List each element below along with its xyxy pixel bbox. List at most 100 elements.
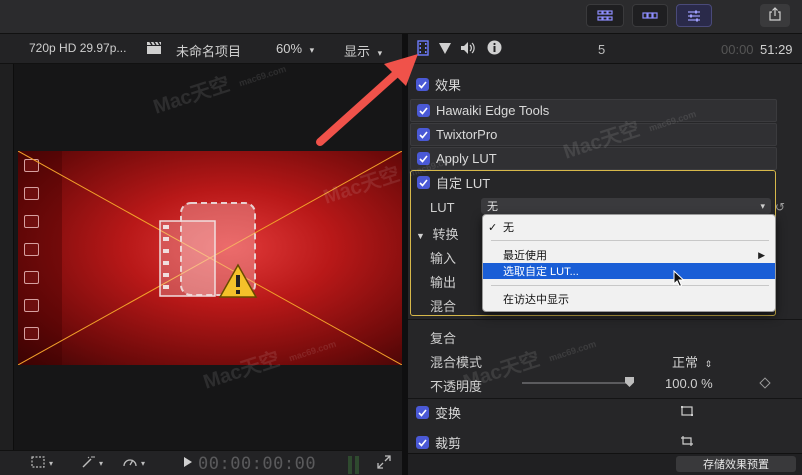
effect-label: Apply LUT <box>436 151 497 166</box>
lut-param-label: LUT <box>430 200 455 215</box>
sliders-icon <box>687 10 701 22</box>
inspector-toggle-button[interactable] <box>676 4 712 27</box>
blend-mode-label: 混合模式 <box>430 355 483 370</box>
menu-separator <box>491 285 769 286</box>
clapper-icon <box>146 41 162 58</box>
retime-button[interactable]: ▾ <box>122 455 145 472</box>
menu-item-show-in-finder[interactable]: 在访达中显示 <box>483 291 775 307</box>
menu-separator <box>491 240 769 241</box>
reset-icon[interactable]: ↺ <box>775 200 785 214</box>
transform-onscreen-icon[interactable] <box>680 405 694 420</box>
viewer-header: 720p HD 29.97p... 未命名项目 60% ▾ 显示 ▾ <box>0 34 402 64</box>
mouse-cursor-icon <box>673 269 685 291</box>
updown-chevron-icon: ⇕ <box>704 359 713 369</box>
color-triangle-icon <box>438 41 452 58</box>
browser-toggle-button[interactable] <box>586 4 624 27</box>
enhance-tool-button[interactable]: ▾ <box>80 455 103 472</box>
effects-section-header[interactable]: 效果 <box>410 73 790 96</box>
effect-row-twixtor[interactable]: TwixtorPro <box>410 123 777 146</box>
transform-checkbox[interactable] <box>416 406 429 419</box>
project-name: 未命名项目 <box>176 44 242 59</box>
effect-checkbox[interactable] <box>417 128 430 141</box>
chevron-down-icon: ▾ <box>99 459 104 468</box>
browser-edge <box>0 64 14 450</box>
clip-duration: 51:29 <box>760 42 793 57</box>
transform-section-header[interactable]: 变换 <box>410 401 790 424</box>
effect-row-hawaiki[interactable]: Hawaiki Edge Tools <box>410 99 777 122</box>
zoom-popup[interactable]: 60% ▾ <box>276 41 314 56</box>
opacity-value[interactable]: 100.0 % <box>665 376 713 391</box>
menu-item-label: 选取自定 LUT... <box>503 266 579 278</box>
chevron-down-icon: ▾ <box>141 459 146 468</box>
video-inspector-tab[interactable] <box>416 39 430 57</box>
chevron-down-icon: ▾ <box>760 200 765 211</box>
save-effects-preset-button[interactable]: 存储效果预置 <box>676 456 796 472</box>
effect-row-apply-lut[interactable]: Apply LUT <box>410 147 777 170</box>
effect-row-custom-lut[interactable]: 自定 LUT <box>411 171 775 194</box>
composite-label: 复合 <box>430 331 457 346</box>
speedometer-icon <box>122 455 138 472</box>
info-icon <box>487 40 502 58</box>
crop-checkbox[interactable] <box>416 436 429 449</box>
crop-section-header[interactable]: 裁剪 <box>410 431 790 454</box>
timecode-display: 00:00:00:00 <box>198 454 317 474</box>
browser-grid-icon <box>597 9 613 22</box>
mix-label: 混合 <box>430 299 457 314</box>
transform-label: 变换 <box>435 406 462 421</box>
crop-label: 裁剪 <box>435 436 462 451</box>
effect-label: TwixtorPro <box>436 127 498 142</box>
effect-checkbox[interactable] <box>417 152 430 165</box>
submenu-arrow-icon: ▶ <box>758 249 765 260</box>
opacity-slider[interactable] <box>522 382 632 384</box>
top-toolbar <box>0 0 802 34</box>
warning-icon <box>218 263 258 302</box>
info-inspector-tab[interactable] <box>486 40 502 58</box>
inspector-header: 5 00:00 51:29 <box>408 34 802 64</box>
effect-label: Hawaiki Edge Tools <box>436 103 550 118</box>
effect-checkbox[interactable] <box>417 176 430 189</box>
play-button[interactable] <box>183 456 193 471</box>
clip-count: 5 <box>598 42 606 57</box>
section-separator <box>408 319 802 320</box>
fullscreen-button[interactable] <box>377 455 391 472</box>
input-label: 输入 <box>430 251 457 266</box>
section-separator <box>408 398 802 399</box>
menu-item-label: 在访达中显示 <box>503 294 569 306</box>
zoom-value: 60% <box>276 41 303 56</box>
transform-group-toggle[interactable]: ▼ 转换 <box>416 224 459 243</box>
magic-wand-icon <box>80 455 96 472</box>
opacity-label: 不透明度 <box>430 379 483 394</box>
chevron-down-icon: ▾ <box>377 48 383 58</box>
effects-label: 效果 <box>435 78 462 93</box>
effect-label: 自定 LUT <box>436 176 491 191</box>
checkmark-icon: ✓ <box>488 221 498 234</box>
transform-frame-icon <box>30 455 46 472</box>
transform-group-label: 转换 <box>432 227 459 242</box>
video-frame <box>18 151 402 365</box>
share-icon <box>769 7 781 24</box>
blend-mode-popup[interactable]: 正常 ⇕ <box>672 352 712 371</box>
lut-popup-value: 无 <box>487 201 498 213</box>
audio-inspector-tab[interactable] <box>460 41 476 57</box>
effect-checkbox[interactable] <box>417 104 430 117</box>
effects-checkbox[interactable] <box>416 78 429 91</box>
menu-item-recent[interactable]: 最近使用 ▶ <box>483 247 775 263</box>
display-popup[interactable]: 显示 ▾ <box>344 41 382 60</box>
missing-media-graphic <box>18 151 402 365</box>
color-inspector-tab[interactable] <box>438 41 452 57</box>
play-icon <box>183 456 193 471</box>
menu-item-label: 无 <box>503 222 514 234</box>
transform-tool-button[interactable]: ▾ <box>30 455 53 472</box>
lut-popup[interactable]: 无 ▾ <box>481 198 771 214</box>
display-label: 显示 <box>344 44 371 59</box>
crop-onscreen-icon[interactable] <box>680 435 694 450</box>
timeline-toggle-button[interactable] <box>632 4 668 27</box>
menu-item-label: 最近使用 <box>503 250 547 262</box>
menu-item-none[interactable]: ✓ 无 <box>483 219 775 235</box>
duration-dim: 00:00 <box>721 42 754 57</box>
blend-mode-value: 正常 <box>672 355 699 370</box>
menu-item-choose-custom-lut[interactable]: 选取自定 LUT... <box>483 263 775 279</box>
format-label: 720p HD 29.97p... <box>29 41 127 55</box>
expand-icon <box>377 455 391 472</box>
share-button[interactable] <box>760 4 790 27</box>
